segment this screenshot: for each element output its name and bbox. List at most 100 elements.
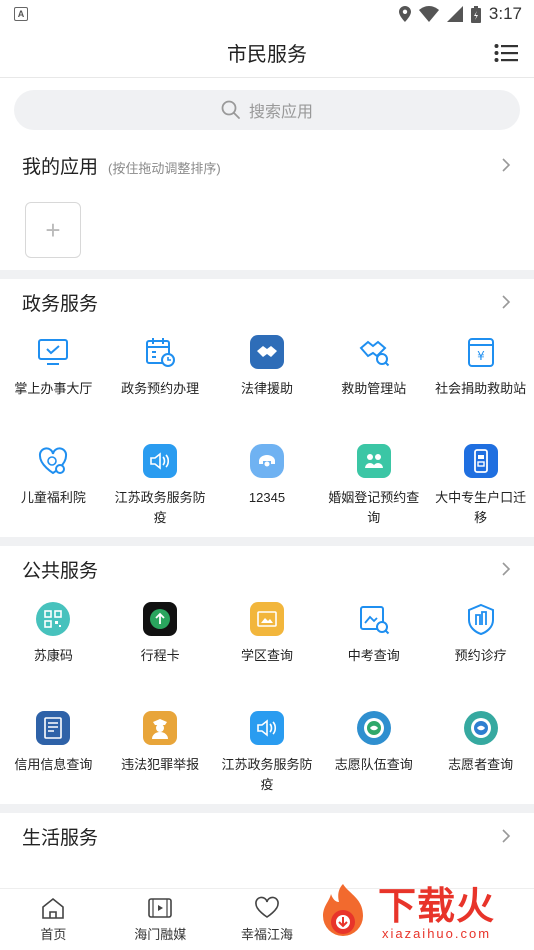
exam-search-icon	[357, 602, 391, 636]
app-tile[interactable]: 大中专生户口迁移	[427, 434, 534, 543]
app-label: 志愿队伍查询	[334, 757, 413, 772]
speaker-icon	[249, 711, 284, 745]
search-input[interactable]: 搜索应用	[14, 90, 520, 130]
nav-item-media[interactable]: 海门融媒	[107, 889, 214, 950]
chevron-right-icon[interactable]	[500, 294, 512, 310]
chevron-right-icon[interactable]	[500, 561, 512, 577]
my-apps-section: 我的应用 (按住拖动调整排序) +	[0, 142, 534, 270]
app-label: 江苏政务服务防疫	[114, 490, 206, 525]
volunteer-icon	[463, 711, 498, 745]
app-tile[interactable]: 苏康码	[0, 592, 107, 701]
public-services-header[interactable]: 公共服务	[0, 546, 534, 592]
section-title: 我的应用	[22, 156, 99, 178]
search-placeholder: 搜索应用	[248, 104, 313, 121]
heart-icon	[255, 896, 279, 918]
app-tile[interactable]: 违法犯罪举报	[107, 701, 214, 810]
app-label: 学区查询	[240, 648, 293, 663]
watermark-logo: 下载火 xiazaihuo.com	[310, 878, 530, 948]
handshake-search-icon	[357, 335, 391, 369]
app-bar: 市民服务	[0, 28, 534, 78]
app-tile[interactable]: 预约诊疗	[427, 592, 534, 701]
life-services-section: 生活服务	[0, 813, 534, 859]
trip-card-icon	[143, 602, 178, 636]
status-bar: A 3:17	[0, 0, 534, 28]
app-tile[interactable]: 政务预约办理	[107, 325, 214, 434]
gov-services-section: 政务服务 掌上办事大厅 政务预约办理 法律援助 救助管理站 ¥ 社会捐助救助站 …	[0, 279, 534, 537]
app-tile[interactable]: ¥ 社会捐助救助站	[427, 325, 534, 434]
app-label: 违法犯罪举报	[121, 757, 200, 772]
search-icon	[221, 100, 240, 119]
app-label: 大中专生户口迁移	[435, 490, 527, 525]
app-tile[interactable]: 志愿者查询	[427, 701, 534, 810]
hospital-icon	[464, 602, 498, 636]
page-title: 市民服务	[227, 44, 307, 66]
app-label: 预约诊疗	[454, 648, 507, 663]
notification-badge: A	[14, 7, 28, 21]
monitor-check-icon	[36, 335, 70, 369]
app-label: 志愿者查询	[448, 757, 514, 772]
child-heart-icon	[36, 444, 70, 478]
app-label: 救助管理站	[341, 381, 407, 396]
chevron-right-icon[interactable]	[500, 157, 512, 173]
police-icon	[143, 711, 178, 745]
section-divider	[0, 270, 534, 279]
my-apps-header[interactable]: 我的应用 (按住拖动调整排序)	[0, 142, 534, 188]
yen-box-icon: ¥	[464, 335, 498, 369]
app-label: 社会捐助救助站	[435, 381, 527, 396]
app-tile[interactable]: 行程卡	[107, 592, 214, 701]
app-tile[interactable]: 掌上办事大厅	[0, 325, 107, 434]
app-tile[interactable]: 儿童福利院	[0, 434, 107, 543]
section-hint: (按住拖动调整排序)	[108, 160, 221, 176]
handshake-icon	[249, 335, 284, 369]
clock: 3:17	[488, 4, 522, 23]
app-label: 儿童福利院	[20, 490, 86, 505]
add-app-button[interactable]: +	[25, 202, 81, 258]
wifi-icon	[418, 6, 439, 22]
chevron-right-icon[interactable]	[500, 828, 512, 844]
app-tile[interactable]: 法律援助	[214, 325, 321, 434]
home-icon	[42, 897, 65, 919]
section-title: 公共服务	[22, 560, 99, 582]
nav-label: 首页	[40, 927, 67, 942]
nav-label: 海门融媒	[134, 927, 187, 942]
app-label: 政务预约办理	[121, 381, 200, 396]
app-tile[interactable]: 信用信息查询	[0, 701, 107, 810]
watermark-cn: 下载火	[378, 883, 496, 928]
app-label: 12345	[248, 490, 286, 505]
app-label: 婚姻登记预约查询	[328, 490, 420, 525]
phone-doc-icon	[463, 444, 498, 478]
calendar-clock-icon	[143, 335, 177, 369]
health-code-icon	[36, 602, 71, 636]
credit-doc-icon	[36, 711, 71, 745]
app-tile[interactable]: 中考查询	[320, 592, 427, 701]
list-menu-icon[interactable]	[494, 43, 518, 63]
gov-services-header[interactable]: 政务服务	[0, 279, 534, 325]
speaker-icon	[143, 444, 178, 478]
app-tile[interactable]: 江苏政务服务防疫	[214, 701, 321, 810]
app-tile[interactable]: 江苏政务服务防疫	[107, 434, 214, 543]
nav-label: 幸福江海	[240, 927, 293, 942]
location-icon	[398, 6, 411, 22]
app-label: 中考查询	[347, 648, 400, 663]
app-label: 信用信息查询	[14, 757, 93, 772]
app-tile[interactable]: 学区查询	[214, 592, 321, 701]
nav-item-home[interactable]: 首页	[0, 889, 107, 950]
app-tile[interactable]: 婚姻登记预约查询	[320, 434, 427, 543]
app-tile[interactable]: 12345	[214, 434, 321, 543]
app-label: 法律援助	[240, 381, 293, 396]
nav-item-happiness[interactable]: 幸福江海	[214, 889, 321, 950]
couple-icon	[356, 444, 391, 478]
life-services-header[interactable]: 生活服务	[0, 813, 534, 859]
volunteer-team-icon	[356, 711, 391, 745]
flame-logo-icon	[323, 884, 363, 936]
section-title: 生活服务	[22, 827, 99, 849]
app-label: 江苏政务服务防疫	[221, 757, 313, 792]
app-label: 行程卡	[140, 648, 180, 663]
signal-icon	[446, 6, 463, 22]
watermark-en: xiazaihuo.com	[381, 925, 492, 941]
app-tile[interactable]: 救助管理站	[320, 325, 427, 434]
public-services-section: 公共服务 苏康码 行程卡 学区查询 中考查询 预约诊疗 信用信息查询 违法犯罪举…	[0, 546, 534, 804]
video-icon	[148, 898, 172, 918]
app-tile[interactable]: 志愿队伍查询	[320, 701, 427, 810]
app-label: 苏康码	[33, 648, 73, 663]
